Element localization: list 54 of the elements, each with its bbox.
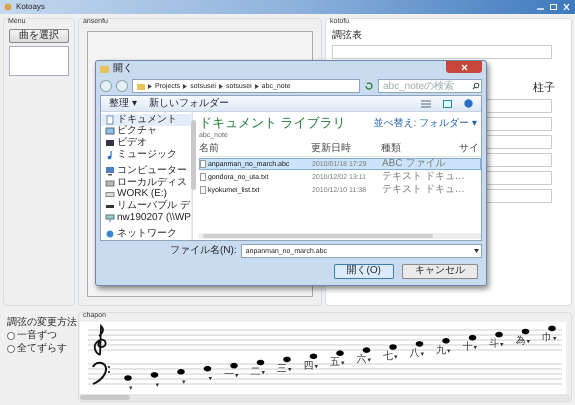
column-header[interactable]: 種類: [381, 143, 459, 155]
column-header[interactable]: サイ: [459, 143, 481, 155]
new-folder-button[interactable]: 新しいフォルダー: [148, 98, 229, 108]
navigation-label: ビデオ: [117, 138, 147, 148]
navigation-label: nw190207 (\\WP: [117, 212, 191, 223]
navigation-item[interactable]: ローカルディス: [101, 176, 191, 189]
note-label: 六: [356, 354, 366, 366]
navigation-label: ドキュメント: [117, 114, 177, 125]
column-header[interactable]: 更新日時: [311, 143, 381, 155]
navigation-label: ピクチャ: [117, 126, 157, 136]
column-header[interactable]: 名前: [199, 143, 311, 155]
note-label: 五: [330, 357, 340, 368]
bridge-label: 柱子: [533, 82, 555, 94]
note-label: 七: [383, 351, 393, 362]
tuning-method-label: 調弦の変更方法: [7, 318, 75, 328]
navigation-label: ネットワーク: [117, 229, 177, 240]
navigation-item[interactable]: ピクチャ: [101, 126, 191, 138]
select-song-button[interactable]: 曲を選択: [9, 28, 69, 43]
radio-label: 一音ずつ: [17, 331, 57, 341]
navigation-label: ミュージック: [117, 150, 177, 160]
note-label: 三: [277, 363, 287, 374]
file-type: ABC ファイル: [382, 159, 446, 169]
library-title: ドキュメント ライブラリ: [199, 116, 346, 129]
note-label: 九: [436, 344, 446, 356]
navigation-label: WORK (E:): [117, 189, 167, 200]
arrange-dropdown[interactable]: 並べ替え: フォルダー ▾: [374, 119, 477, 129]
window-title: Kotoays: [16, 2, 45, 11]
note-label: 十: [462, 342, 472, 353]
navigation-item[interactable]: ネットワーク: [101, 228, 191, 240]
note-label: 一: [224, 370, 234, 381]
search-field[interactable]: abc_noteの検索: [378, 79, 482, 93]
dialog-button[interactable]: 開く(O): [334, 264, 394, 278]
navigation-item[interactable]: ミュージック: [101, 148, 191, 160]
navigation-item[interactable]: nw190207 (\\WP: [101, 212, 191, 224]
filename-label: ファイル名(N):: [170, 246, 237, 256]
tuning-label: 調弦表: [332, 30, 363, 41]
navigation-item[interactable]: ドキュメント: [101, 114, 191, 126]
navigation-item[interactable]: リムーバブル デ: [101, 200, 191, 212]
note-label: 二: [250, 366, 260, 378]
dialog-title: 開く: [113, 64, 133, 74]
radio-label: 全てずらす: [17, 344, 67, 354]
navigation-label: ローカルディス: [117, 178, 187, 188]
note-label: 四: [304, 360, 314, 372]
organize-button[interactable]: 整理 ▾: [109, 98, 137, 108]
navigation-item[interactable]: コンピューター: [101, 165, 191, 177]
note-label: 巾: [542, 332, 552, 344]
note-label: 八: [410, 348, 420, 359]
navigation-label: リムーバブル デ: [117, 200, 190, 211]
navigation-item[interactable]: WORK (E:): [101, 188, 191, 200]
navigation-item[interactable]: ビデオ: [101, 137, 191, 149]
note-label: 為: [516, 336, 526, 346]
note-label: 斗: [489, 338, 499, 350]
navigation-label: コンピューター: [117, 166, 187, 176]
dialog-button[interactable]: キャンセル: [402, 264, 478, 278]
